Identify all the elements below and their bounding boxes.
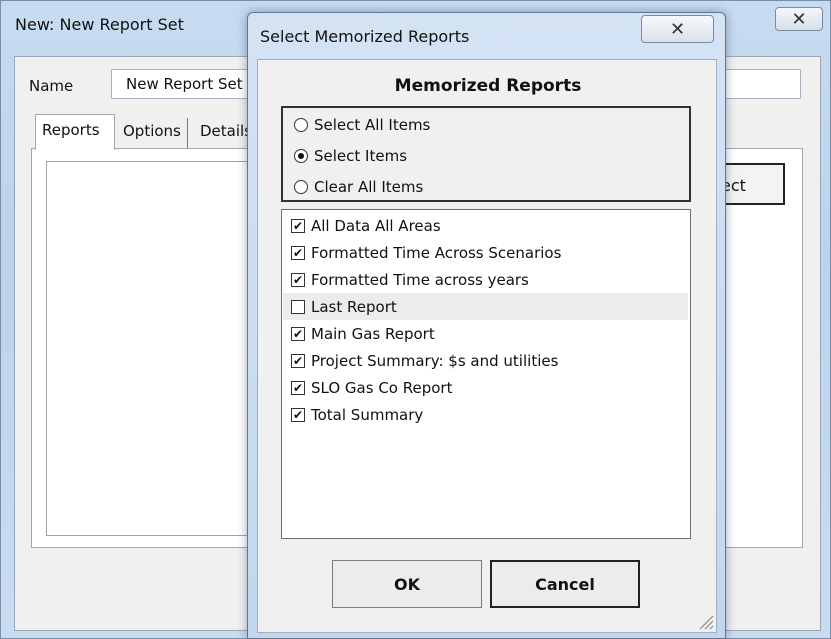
radio-select-all-items[interactable]: Select All Items: [294, 114, 430, 136]
list-item[interactable]: Last Report: [283, 293, 688, 320]
report-label: Main Gas Report: [311, 324, 435, 343]
list-item[interactable]: ✔ Main Gas Report: [283, 320, 688, 347]
list-item[interactable]: ✔ Formatted Time across years: [283, 266, 688, 293]
list-item[interactable]: ✔ Total Summary: [283, 401, 688, 428]
background-close-button[interactable]: ✕: [775, 7, 823, 31]
radio-clear-all-items[interactable]: Clear All Items: [294, 176, 423, 198]
list-item[interactable]: ✔ Project Summary: $s and utilities: [283, 347, 688, 374]
report-set-list[interactable]: [46, 161, 251, 536]
checkbox-checked-icon[interactable]: ✔: [291, 407, 305, 422]
ok-button[interactable]: OK: [332, 560, 482, 608]
reports-checklist[interactable]: ✔ All Data All Areas ✔ Formatted Time Ac…: [281, 209, 691, 539]
list-item[interactable]: ✔ All Data All Areas: [283, 212, 688, 239]
dialog-close-button[interactable]: ✕: [641, 15, 714, 43]
report-label: Last Report: [311, 297, 397, 316]
name-label: Name: [29, 77, 74, 95]
radio-label: Select Items: [314, 147, 408, 165]
checkbox-checked-icon[interactable]: ✔: [291, 326, 305, 341]
report-label: All Data All Areas: [311, 216, 441, 235]
report-label: Project Summary: $s and utilities: [311, 351, 559, 370]
checkbox-checked-icon[interactable]: ✔: [291, 353, 305, 368]
radio-button-selected-icon: [294, 149, 308, 163]
dialog-heading: Memorized Reports: [394, 76, 582, 96]
radio-select-items[interactable]: Select Items: [294, 145, 407, 167]
checkbox-checked-icon[interactable]: ✔: [291, 245, 305, 260]
select-memorized-reports-dialog: Select Memorized Reports ✕ Memorized Rep…: [247, 12, 726, 639]
report-label: Total Summary: [311, 405, 424, 424]
tab-reports[interactable]: Reports: [35, 114, 115, 150]
report-label: Formatted Time Across Scenarios: [311, 243, 562, 262]
cancel-button[interactable]: Cancel: [490, 560, 640, 608]
selection-mode-group: Select All Items Select Items Clear All …: [281, 106, 691, 202]
close-icon: ✕: [669, 18, 686, 40]
checkbox-checked-icon[interactable]: ✔: [291, 218, 305, 233]
radio-label: Select All Items: [314, 116, 431, 134]
report-label: Formatted Time across years: [311, 270, 529, 289]
background-window-title: New: New Report Set: [15, 15, 184, 34]
checkbox-checked-icon[interactable]: ✔: [291, 272, 305, 287]
radio-label: Clear All Items: [314, 178, 424, 196]
checkbox-unchecked-icon[interactable]: [291, 299, 305, 314]
dialog-client: Memorized Reports Select All Items Selec…: [257, 59, 717, 633]
list-item[interactable]: ✔ Formatted Time Across Scenarios: [283, 239, 688, 266]
radio-button-icon: [294, 180, 308, 194]
radio-button-icon: [294, 118, 308, 132]
checkbox-checked-icon[interactable]: ✔: [291, 380, 305, 395]
list-item[interactable]: ✔ SLO Gas Co Report: [283, 374, 688, 401]
resize-grip-icon[interactable]: [696, 612, 714, 630]
report-label: SLO Gas Co Report: [311, 378, 453, 397]
tab-options[interactable]: Options: [117, 118, 188, 148]
close-icon: ✕: [791, 8, 807, 30]
dialog-title: Select Memorized Reports: [260, 27, 470, 46]
